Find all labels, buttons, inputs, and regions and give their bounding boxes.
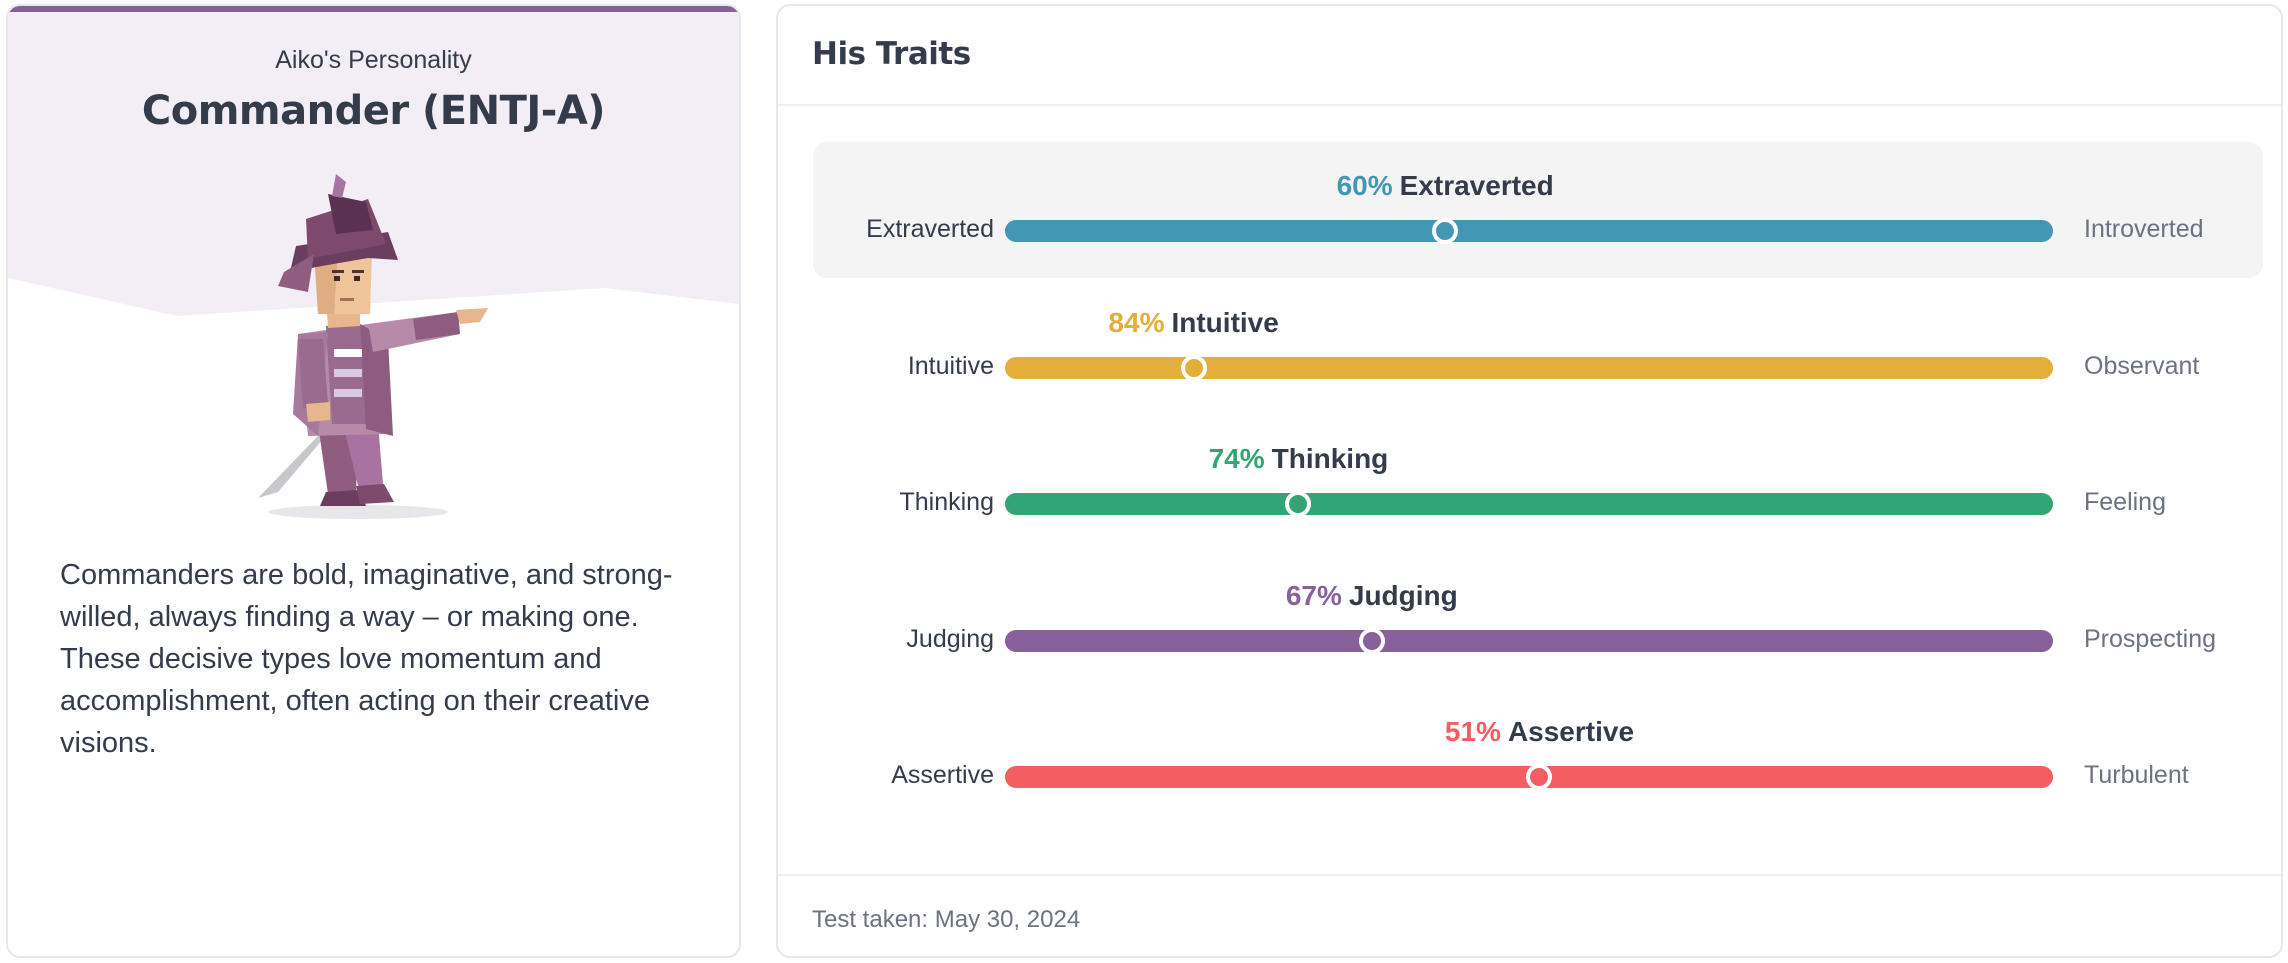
trait-percent: 51%	[1444, 716, 1501, 747]
trait-row-tactics[interactable]: 67% Judging Judging Prospecting	[813, 552, 2263, 688]
trait-score-label: 51% Assertive	[1445, 716, 1634, 748]
traits-card-title: His Traits	[812, 36, 971, 72]
personality-subtitle: Aiko's Personality	[275, 46, 472, 74]
trait-name: Assertive	[1507, 716, 1635, 747]
trait-bar	[1005, 630, 2053, 652]
trait-row-energy[interactable]: 84% Intuitive Intuitive Observant	[813, 279, 2263, 415]
trait-row-mind[interactable]: 60% Extraverted Extraverted Introverted	[813, 142, 2263, 278]
trait-right-pole: Prospecting	[2084, 625, 2217, 653]
trait-row-nature[interactable]: 74% Thinking Thinking Feeling	[813, 415, 2263, 551]
trait-right-pole: Observant	[2084, 352, 2200, 380]
personality-card: Aiko's Personality Commander (ENTJ-A) Co…	[6, 4, 741, 958]
trait-left-pole: Extraverted	[866, 215, 994, 243]
trait-name: Thinking	[1271, 443, 1389, 474]
traits-card-footer: Test taken: May 30, 2024	[778, 874, 2281, 956]
trait-percent: 67%	[1285, 580, 1342, 611]
trait-row-identity[interactable]: 51% Assertive Assertive Turbulent	[813, 688, 2263, 824]
trait-percent: 84%	[1108, 307, 1165, 338]
trait-score-label: 84% Intuitive	[1108, 307, 1278, 339]
trait-percent: 74%	[1208, 443, 1265, 474]
traits-card: His Traits 60% Extraverted Extraverted In…	[776, 4, 2283, 958]
trait-name: Extraverted	[1399, 170, 1554, 201]
trait-score-label: 67% Judging	[1286, 580, 1458, 612]
trait-name: Intuitive	[1171, 307, 1279, 338]
trait-score-label: 74% Thinking	[1209, 443, 1389, 475]
trait-marker	[1180, 355, 1207, 381]
personality-type-title: Commander (ENTJ-A)	[141, 88, 606, 134]
trait-score-label: 60% Extraverted	[1337, 170, 1554, 202]
test-date: Test taken: May 30, 2024	[812, 906, 1081, 933]
commander-illustration	[258, 174, 488, 519]
trait-left-pole: Thinking	[899, 488, 995, 516]
trait-left-pole: Intuitive	[907, 352, 994, 380]
trait-left-pole: Judging	[906, 625, 994, 653]
trait-bar	[1005, 220, 2053, 242]
accent-bar	[8, 6, 739, 12]
trait-right-pole: Feeling	[2084, 488, 2166, 516]
trait-bar	[1005, 357, 2053, 379]
trait-left-pole: Assertive	[891, 761, 994, 789]
trait-bar	[1005, 493, 2053, 515]
trait-marker	[1358, 628, 1385, 654]
trait-name: Judging	[1348, 580, 1458, 611]
traits-card-header: His Traits	[778, 6, 2281, 106]
trait-right-pole: Introverted	[2084, 215, 2204, 243]
personality-description: Commanders are bold, imaginative, and st…	[60, 559, 673, 759]
trait-right-pole: Turbulent	[2084, 761, 2189, 789]
trait-marker	[1432, 218, 1459, 244]
trait-percent: 60%	[1336, 170, 1393, 201]
